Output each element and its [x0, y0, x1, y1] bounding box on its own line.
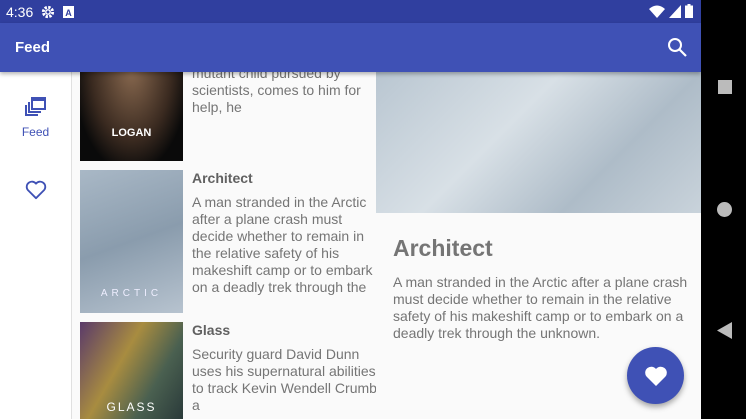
a-icon: A — [63, 5, 75, 18]
recents-button[interactable] — [718, 80, 732, 94]
library-icon — [24, 97, 46, 116]
battery-icon — [685, 4, 693, 18]
item-description: A man stranded in the Arctic after a pla… — [192, 194, 373, 295]
settings-icon — [42, 5, 55, 18]
item-text: Architect A man stranded in the Arctic af… — [192, 170, 376, 296]
item-text: Glass Security guard David Dunn uses his … — [192, 322, 376, 414]
item-title: Architect — [192, 170, 253, 186]
signal-icon — [669, 4, 681, 18]
wifi-icon — [649, 5, 665, 18]
favorite-fab[interactable] — [627, 347, 684, 404]
heart-icon — [644, 366, 667, 386]
item-text: are nearly extinct, an elderly and weary… — [192, 72, 376, 116]
back-button[interactable] — [717, 322, 732, 339]
navigation-rail: Feed — [0, 72, 72, 419]
status-time: 4:36 — [6, 3, 34, 20]
poster-image: LOGAN — [80, 72, 183, 161]
detail-description: A man stranded in the Arctic after a pla… — [393, 274, 688, 341]
rail-item-label: Feed — [21, 125, 50, 139]
svg-text:A: A — [66, 8, 73, 18]
item-title: Glass — [192, 322, 231, 338]
search-icon[interactable] — [667, 37, 687, 57]
poster-text: ARCTIC — [100, 288, 163, 299]
poster-image: ARCTIC — [80, 170, 183, 313]
home-button[interactable] — [717, 202, 732, 217]
movie-list: LOGAN are nearly extinct, an elderly and… — [72, 72, 376, 419]
app-bar: Feed — [0, 23, 701, 72]
rail-item-feed[interactable]: Feed — [0, 96, 71, 139]
item-description: Security guard David Dunn uses his super… — [192, 346, 376, 413]
hero-image — [376, 72, 701, 213]
app: 4:36 A Feed Feed LOGAN are nearly extinc… — [0, 0, 701, 419]
page-title: Feed — [15, 39, 51, 56]
poster-text: LOGAN — [111, 127, 152, 139]
rail-item-favorites[interactable] — [0, 180, 71, 203]
status-bar: 4:36 A — [0, 0, 701, 23]
poster-text: GLASS — [106, 400, 157, 414]
poster-image: GLASS — [80, 322, 183, 419]
system-nav-bar — [701, 0, 746, 419]
detail-title: Architect — [393, 235, 493, 261]
item-description: are nearly extinct, an elderly and weary… — [192, 72, 361, 115]
heart-outline-icon — [25, 180, 46, 200]
